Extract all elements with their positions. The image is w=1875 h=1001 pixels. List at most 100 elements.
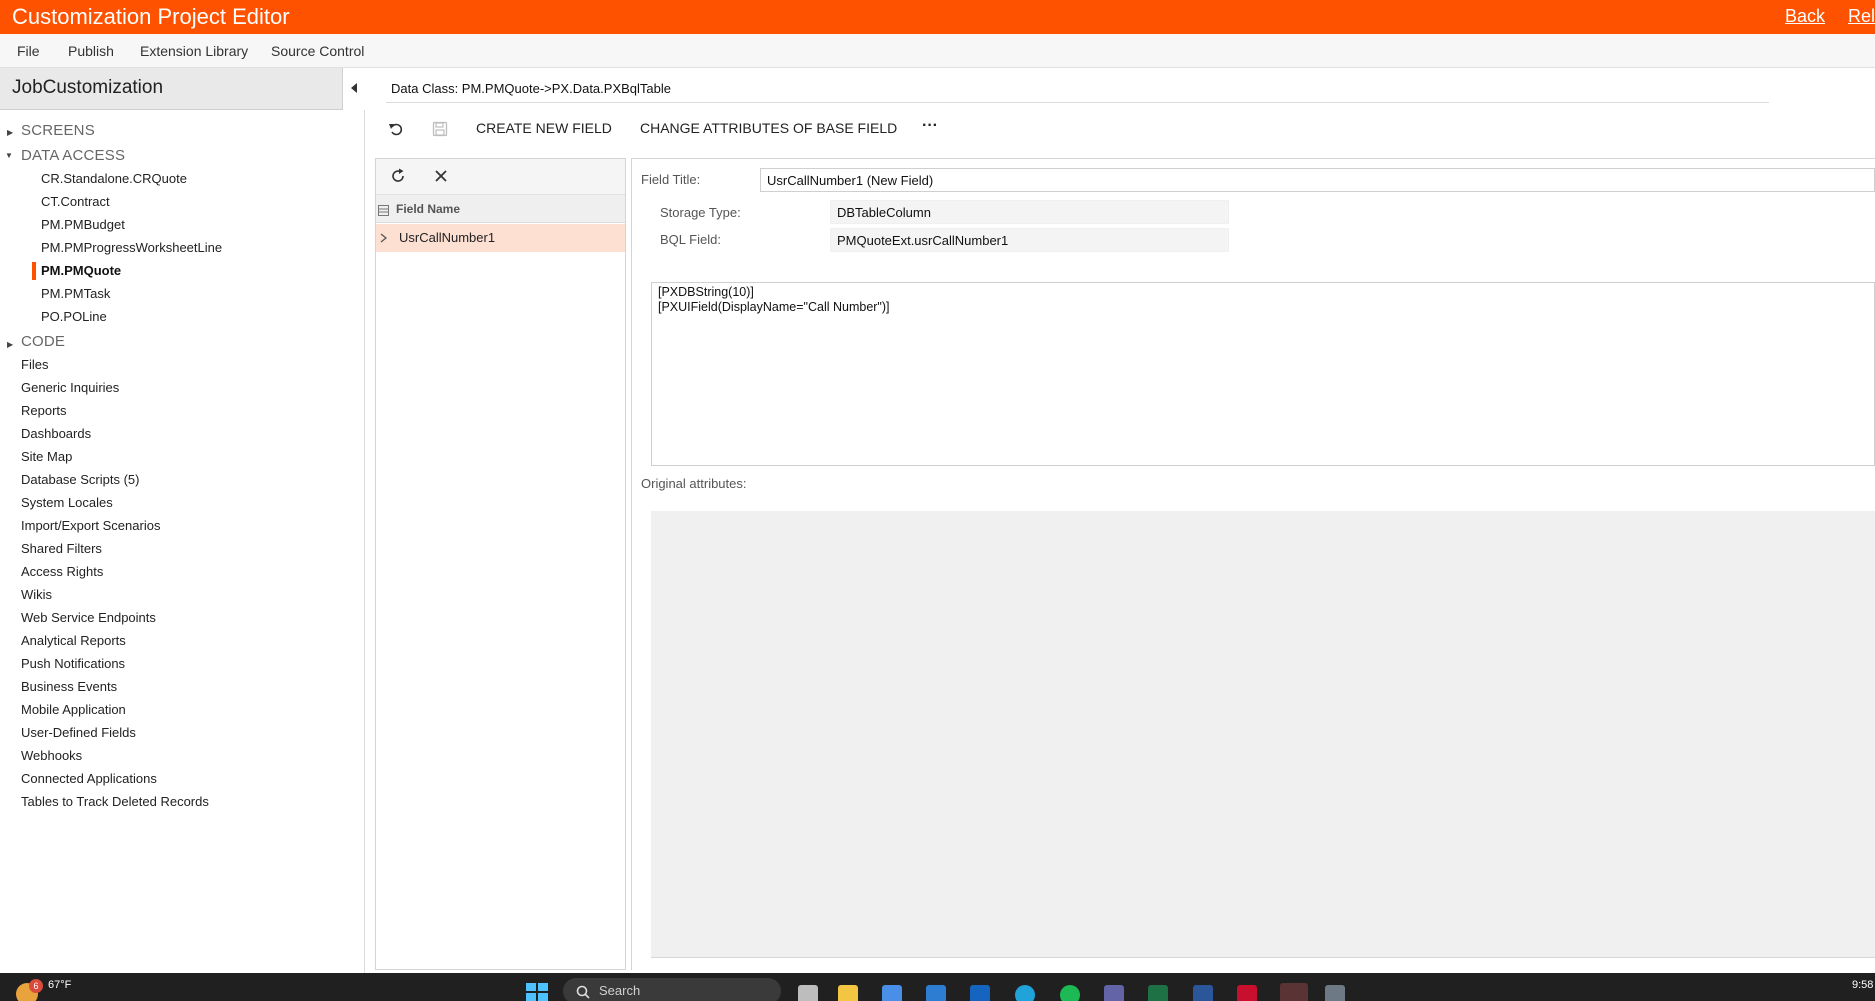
tree-code[interactable]: CODE xyxy=(21,333,65,350)
tree-item-import-export-scenarios[interactable]: Import/Export Scenarios xyxy=(21,518,160,533)
spotify-icon[interactable] xyxy=(1060,985,1080,1001)
more-actions-button[interactable]: ··· xyxy=(922,117,938,135)
chrome-icon[interactable] xyxy=(1280,983,1308,1001)
teams-icon[interactable] xyxy=(1104,985,1124,1001)
outlook-icon[interactable] xyxy=(970,985,990,1001)
save-icon xyxy=(432,121,448,137)
chevron-right-icon[interactable] xyxy=(380,233,387,243)
field-name-cell: UsrCallNumber1 xyxy=(399,230,496,245)
menu-bar: File Publish Extension Library Source Co… xyxy=(0,34,1875,68)
data-class-label: Data Class: PM.PMQuote->PX.Data.PXBqlTab… xyxy=(391,81,671,96)
tree-item-push-notifications[interactable]: Push Notifications xyxy=(21,656,125,671)
store-icon[interactable] xyxy=(882,985,902,1001)
undo-button[interactable] xyxy=(388,121,404,142)
tree-item-contract[interactable]: CT.Contract xyxy=(41,194,110,209)
windows-icon xyxy=(526,983,548,1001)
collapse-data-access-icon[interactable]: ▼ xyxy=(5,151,13,160)
delete-row-button[interactable] xyxy=(434,169,448,188)
refresh-icon xyxy=(392,168,404,182)
tree-item-wikis[interactable]: Wikis xyxy=(21,587,52,602)
bql-field-value: PMQuoteExt.usrCallNumber1 xyxy=(830,228,1229,252)
tree-item-pmquote[interactable]: PM.PMQuote xyxy=(41,263,121,278)
tree-item-pmtask[interactable]: PM.PMTask xyxy=(41,286,110,301)
field-title-label: Field Title: xyxy=(641,172,701,187)
tree-item-system-locales[interactable]: System Locales xyxy=(21,495,113,510)
tree-item-poline[interactable]: PO.POLine xyxy=(41,309,107,324)
edge-icon[interactable] xyxy=(1015,985,1035,1001)
original-attributes-label: Original attributes: xyxy=(641,476,747,491)
menu-publish[interactable]: Publish xyxy=(68,43,114,59)
start-button[interactable] xyxy=(526,983,548,1001)
storage-type-label: Storage Type: xyxy=(660,205,741,220)
taskbar: 6 67°F Search 9:58 xyxy=(0,973,1875,1001)
title-bar: Customization Project Editor Back Relo xyxy=(0,0,1875,34)
expand-code-icon[interactable]: ▶ xyxy=(7,340,13,349)
refresh-button[interactable] xyxy=(390,168,406,189)
attributes-editor[interactable]: [PXDBString(10)] [PXUIField(DisplayName=… xyxy=(651,282,1875,466)
app-title: Customization Project Editor xyxy=(12,4,290,29)
tree-item-mobile-application[interactable]: Mobile Application xyxy=(21,702,126,717)
expand-screens-icon[interactable]: ▶ xyxy=(7,128,13,137)
reload-link[interactable]: Relo xyxy=(1848,6,1875,27)
notification-badge: 6 xyxy=(29,979,43,993)
change-attributes-button[interactable]: CHANGE ATTRIBUTES OF BASE FIELD xyxy=(640,120,897,136)
close-icon xyxy=(435,170,447,182)
tree-data-access[interactable]: DATA ACCESS xyxy=(21,147,125,164)
search-placeholder: Search xyxy=(599,983,641,998)
create-new-field-button[interactable]: CREATE NEW FIELD xyxy=(476,120,612,136)
tree-screens[interactable]: SCREENS xyxy=(21,122,95,139)
tree-item-site-map[interactable]: Site Map xyxy=(21,449,72,464)
save-button[interactable] xyxy=(432,121,448,142)
field-grid: Field Name UsrCallNumber1 xyxy=(375,158,626,970)
tree-item-connected-applications[interactable]: Connected Applications xyxy=(21,771,157,786)
tree-item-analytical-reports[interactable]: Analytical Reports xyxy=(21,633,126,648)
clock: 9:58 xyxy=(1852,979,1874,991)
tree-item-database-scripts[interactable]: Database Scripts (5) xyxy=(21,472,140,487)
taskbar-search[interactable]: Search xyxy=(563,978,781,1001)
weather-temp: 67°F xyxy=(48,979,72,991)
grid-toolbar xyxy=(376,159,625,195)
grid-settings-icon xyxy=(378,205,389,216)
menu-extension-library[interactable]: Extension Library xyxy=(140,43,248,59)
tree-item-webhooks[interactable]: Webhooks xyxy=(21,748,82,763)
header-divider xyxy=(386,102,1769,103)
sidebar-header: JobCustomization xyxy=(0,68,364,110)
original-attributes-area xyxy=(651,511,1875,958)
tree-item-shared-filters[interactable]: Shared Filters xyxy=(21,541,102,556)
file-explorer-icon[interactable] xyxy=(838,985,858,1001)
tree-item-reports[interactable]: Reports xyxy=(21,403,67,418)
tree-item-web-service-endpoints[interactable]: Web Service Endpoints xyxy=(21,610,156,625)
bql-field-label: BQL Field: xyxy=(660,232,721,247)
field-title-input[interactable]: UsrCallNumber1 (New Field) xyxy=(760,168,1875,192)
storage-type-value: DBTableColumn xyxy=(830,200,1229,224)
pen-app-icon[interactable] xyxy=(926,985,946,1001)
tree-item-generic-inquiries[interactable]: Generic Inquiries xyxy=(21,380,119,395)
tree-item-user-defined-fields[interactable]: User-Defined Fields xyxy=(21,725,136,740)
project-name: JobCustomization xyxy=(12,77,164,98)
undo-icon xyxy=(389,123,403,136)
back-link[interactable]: Back xyxy=(1785,6,1825,27)
active-item-marker xyxy=(32,262,36,280)
sidebar: JobCustomization ▶ SCREENS ▼ DATA ACCESS… xyxy=(0,68,365,973)
menu-source-control[interactable]: Source Control xyxy=(271,43,364,59)
tree-item-dashboards[interactable]: Dashboards xyxy=(21,426,91,441)
tree-item-crquote[interactable]: CR.Standalone.CRQuote xyxy=(41,171,187,186)
tree-item-pmbudget[interactable]: PM.PMBudget xyxy=(41,217,125,232)
word-icon[interactable] xyxy=(1193,985,1213,1001)
excel-icon[interactable] xyxy=(1148,985,1168,1001)
tree-item-business-events[interactable]: Business Events xyxy=(21,679,117,694)
tree-item-access-rights[interactable]: Access Rights xyxy=(21,564,103,579)
field-name-column-header[interactable]: Field Name xyxy=(396,202,460,216)
task-view-icon[interactable] xyxy=(798,985,818,1001)
column-settings-button[interactable] xyxy=(378,203,389,221)
table-row[interactable]: UsrCallNumber1 xyxy=(376,224,625,252)
app-window: Customization Project Editor Back Relo F… xyxy=(0,0,1875,1001)
menu-file[interactable]: File xyxy=(17,43,40,59)
tree-item-pmprogressworksheetline[interactable]: PM.PMProgressWorksheetLine xyxy=(41,240,222,255)
grid-header: Field Name xyxy=(376,195,625,223)
collapse-sidebar-button[interactable] xyxy=(342,68,365,110)
acrobat-icon[interactable] xyxy=(1237,985,1257,1001)
tree-item-tables-to-track-deleted-records[interactable]: Tables to Track Deleted Records xyxy=(21,794,209,809)
calculator-icon[interactable] xyxy=(1325,985,1345,1001)
tree-item-files[interactable]: Files xyxy=(21,357,48,372)
